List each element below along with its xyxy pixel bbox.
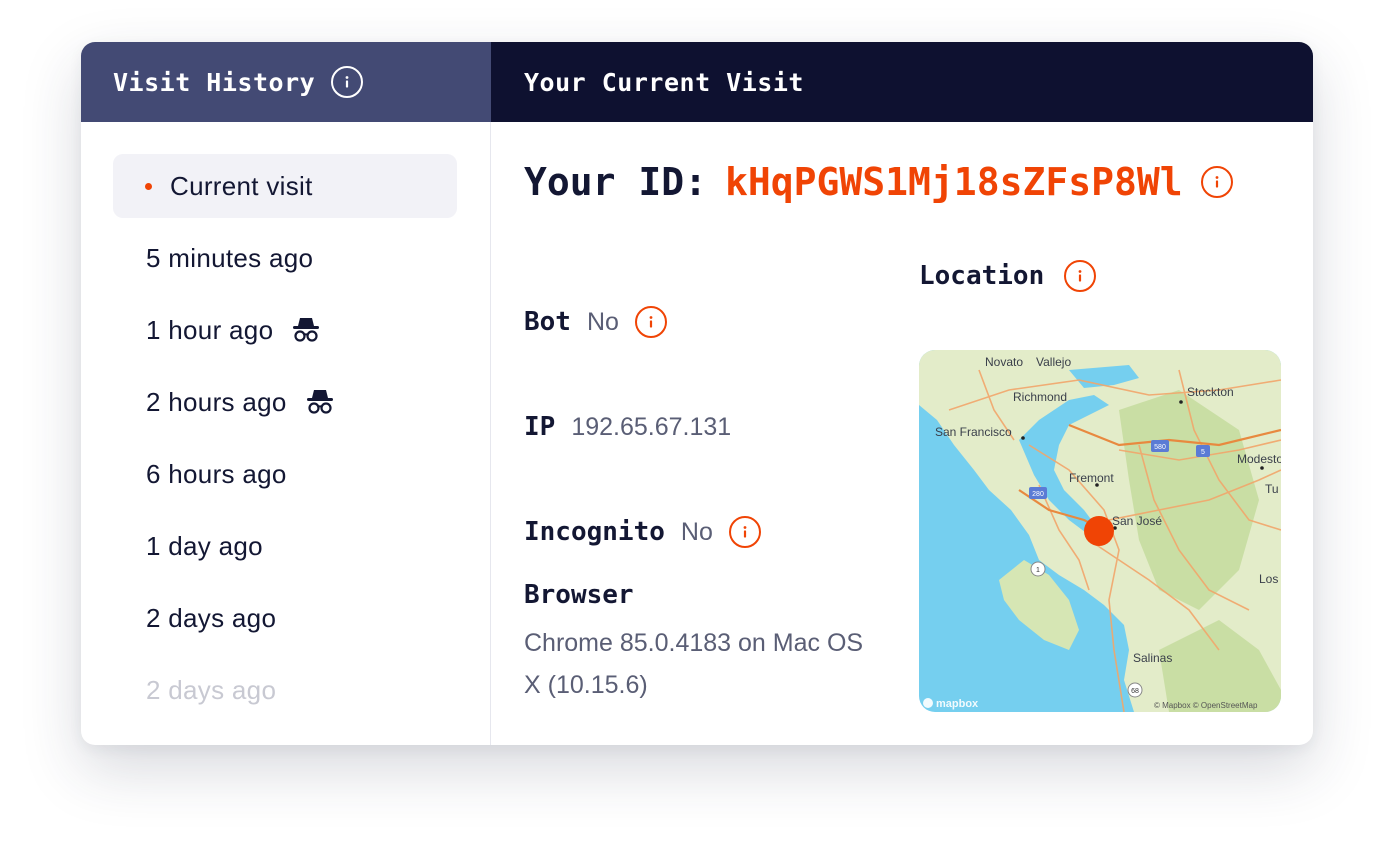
visit-item[interactable]: 1 hour ago <box>113 298 457 362</box>
visit-item-current[interactable]: Current visit <box>113 154 457 218</box>
visit-card: Visit History Your Current Visit Current… <box>81 42 1313 745</box>
visit-label: Current visit <box>170 170 313 201</box>
location-label: Location <box>919 261 1045 291</box>
place-label: Richmond <box>1013 390 1067 404</box>
current-indicator-dot <box>145 183 152 190</box>
visit-history-header: Visit History <box>81 42 491 122</box>
location-field: Location <box>919 260 1097 292</box>
map-attribution: © Mapbox © OpenStreetMap <box>1154 701 1258 710</box>
ip-label: IP <box>524 412 556 442</box>
incognito-label: Incognito <box>524 517 665 547</box>
current-visit-header: Your Current Visit <box>491 42 1313 122</box>
visit-item[interactable]: 5 minutes ago <box>113 226 457 290</box>
incognito-field: Incognito No <box>524 516 761 548</box>
browser-value: Chrome 85.0.4183 on Mac OS X (10.15.6) <box>524 629 864 699</box>
visit-item[interactable]: 2 days ago <box>113 658 457 722</box>
visitor-id-value: kHqPGWS1Mj18sZFsP8Wl <box>725 160 1183 204</box>
place-label: Fremont <box>1069 471 1114 485</box>
current-visit-panel: Your ID: kHqPGWS1Mj18sZFsP8Wl Bot No IP … <box>491 122 1313 745</box>
visit-item[interactable]: 1 day ago <box>113 514 457 578</box>
place-label: Los <box>1259 572 1278 586</box>
ip-value: 192.65.67.131 <box>571 412 732 441</box>
map-canvas: 580 5 280 1 68 Novato Vallejo Richmond S… <box>919 350 1281 712</box>
info-icon[interactable] <box>1064 260 1097 292</box>
visit-label: 2 hours ago <box>146 386 287 417</box>
visit-label: 2 days ago <box>146 674 277 705</box>
shield-label: 280 <box>1032 491 1044 498</box>
visit-label: 5 minutes ago <box>146 242 314 273</box>
visitor-id-label: Your ID: <box>524 160 708 204</box>
visit-item[interactable]: 2 hours ago <box>113 370 457 434</box>
visit-history-title: Visit History <box>113 67 316 97</box>
info-icon[interactable] <box>331 66 364 98</box>
location-marker <box>1084 516 1114 546</box>
visitor-id-row: Your ID: kHqPGWS1Mj18sZFsP8Wl <box>524 160 1233 204</box>
incognito-value: No <box>680 517 713 546</box>
place-label: Vallejo <box>1036 355 1071 369</box>
incognito-icon <box>291 316 321 344</box>
place-label: San José <box>1112 514 1162 528</box>
browser-field: Browser Chrome 85.0.4183 on Mac OS X (10… <box>524 580 884 706</box>
browser-label: Browser <box>524 580 634 610</box>
place-label: Modesto <box>1237 452 1281 466</box>
shield-label: 68 <box>1131 688 1139 695</box>
shield-label: 580 <box>1154 444 1166 451</box>
visit-history-list: Current visit 5 minutes ago 1 hour ago 2… <box>81 122 491 745</box>
place-label: Stockton <box>1187 385 1234 399</box>
location-map[interactable]: 580 5 280 1 68 Novato Vallejo Richmond S… <box>919 350 1281 712</box>
info-icon[interactable] <box>728 516 761 548</box>
bot-field: Bot No <box>524 306 667 338</box>
info-icon[interactable] <box>634 306 667 338</box>
visit-label: 2 days ago <box>146 602 277 633</box>
visit-label: 6 hours ago <box>146 458 287 489</box>
bot-label: Bot <box>524 307 571 337</box>
shield-label: 1 <box>1036 567 1040 574</box>
place-label: Tu <box>1265 482 1279 496</box>
place-label: Novato <box>985 355 1023 369</box>
place-label: San Francisco <box>935 425 1012 439</box>
mapbox-logo: mapbox <box>936 698 979 710</box>
visit-item[interactable]: 6 hours ago <box>113 442 457 506</box>
visit-item[interactable]: 2 days ago <box>113 586 457 650</box>
shield-label: 5 <box>1201 449 1205 456</box>
ip-field: IP 192.65.67.131 <box>524 412 731 442</box>
visit-label: 1 hour ago <box>146 314 274 345</box>
info-icon[interactable] <box>1200 166 1233 198</box>
incognito-icon <box>305 388 335 416</box>
place-label: Salinas <box>1133 651 1172 665</box>
bot-value: No <box>586 307 619 336</box>
visit-label: 1 day ago <box>146 530 263 561</box>
current-visit-title: Your Current Visit <box>524 67 804 97</box>
